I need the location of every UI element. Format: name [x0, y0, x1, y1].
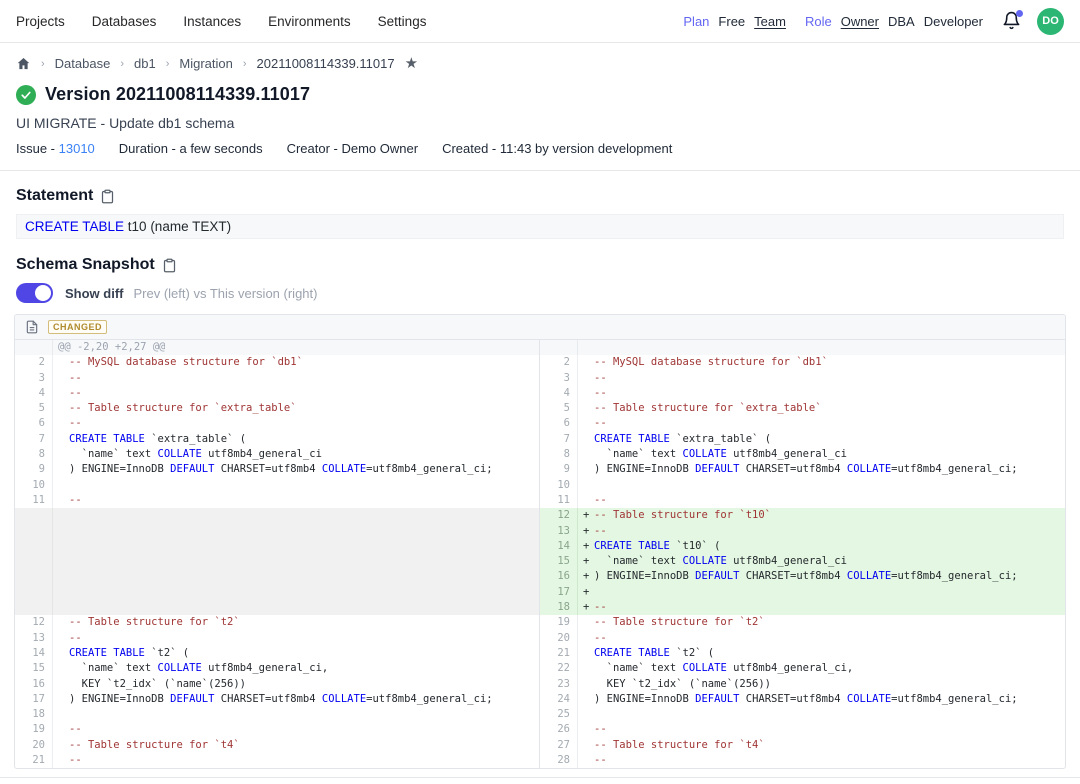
diff-row: 11 --11 --: [15, 493, 1065, 508]
nav-right: Plan Free Team Role Owner DBA Developer DO: [683, 8, 1064, 35]
diff-row: 3 --3 --: [15, 371, 1065, 386]
nav-label-team[interactable]: Team: [754, 14, 786, 29]
chevron-right-icon: ›: [41, 58, 45, 70]
diff-row: 5 -- Table structure for `extra_table`5 …: [15, 401, 1065, 416]
nav-label-dba: DBA: [888, 14, 915, 29]
meta-item: Creator - Demo Owner: [287, 141, 418, 156]
migration-subtitle: UI MIGRATE - Update db1 schema: [16, 115, 1064, 131]
show-diff-toggle[interactable]: [16, 283, 53, 303]
nav-item-projects[interactable]: Projects: [16, 14, 65, 29]
diff-row: 15+ `name` text COLLATE utf8mb4_general_…: [15, 554, 1065, 569]
breadcrumb: › Database › db1 › Migration › 20211008114339.1…: [16, 56, 1064, 71]
file-icon: [25, 320, 39, 334]
nav-item-databases[interactable]: Databases: [92, 14, 157, 29]
star-icon[interactable]: ★: [405, 56, 418, 71]
statement-section: Statement: [16, 187, 1064, 205]
nav-label-developer: Developer: [924, 14, 983, 29]
diff-header: CHANGED: [15, 315, 1065, 340]
meta-item: Issue - 13010: [16, 141, 95, 156]
diff-row: 6 --6 --: [15, 416, 1065, 431]
nav-label-role: Role: [805, 14, 832, 29]
nav-right-labels: Plan Free Team Role Owner DBA Developer: [683, 14, 983, 29]
diff-row: 12+-- Table structure for `t10`: [15, 508, 1065, 523]
breadcrumb-item[interactable]: 20211008114339.11017: [257, 56, 395, 71]
diff-row: 18 25: [15, 707, 1065, 722]
home-icon[interactable]: [16, 56, 31, 71]
diff-row: 2 -- MySQL database structure for `db1`2…: [15, 355, 1065, 370]
schema-diff-viewer: CHANGED @@ -2,20 +2,27 @@2 -- MySQL data…: [14, 314, 1066, 769]
chevron-right-icon: ›: [166, 58, 170, 70]
diff-row: 12 -- Table structure for `t2`19 -- Tabl…: [15, 615, 1065, 630]
statement-heading: Statement: [16, 187, 93, 205]
diff-row: 19 --26 --: [15, 722, 1065, 737]
diff-row: 8 `name` text COLLATE utf8mb4_general_ci…: [15, 447, 1065, 462]
nav-label-owner[interactable]: Owner: [841, 14, 879, 29]
avatar[interactable]: DO: [1037, 8, 1064, 35]
success-check-icon: [16, 85, 36, 105]
nav-item-instances[interactable]: Instances: [183, 14, 241, 29]
version-header: Version 20211008114339.11017: [16, 84, 1064, 105]
nav-label-plan: Plan: [683, 14, 709, 29]
diff-row: 4 --4 --: [15, 386, 1065, 401]
copy-statement-icon[interactable]: [100, 189, 115, 204]
breadcrumb-item[interactable]: Database: [55, 56, 111, 71]
diff-row: 16+) ENGINE=InnoDB DEFAULT CHARSET=utf8m…: [15, 569, 1065, 584]
schema-snapshot-section: Schema Snapshot: [16, 256, 1064, 274]
page-title: Version 20211008114339.11017: [45, 84, 310, 105]
toggle-knob: [35, 285, 51, 301]
diff-row: 17+: [15, 585, 1065, 600]
changed-badge: CHANGED: [48, 320, 107, 334]
nav-item-environments[interactable]: Environments: [268, 14, 351, 29]
chevron-right-icon: ›: [120, 58, 124, 70]
diff-rows[interactable]: @@ -2,20 +2,27 @@2 -- MySQL database str…: [15, 340, 1065, 768]
diff-row: 21 --28 --: [15, 753, 1065, 768]
notification-bell-icon[interactable]: [1002, 11, 1022, 31]
diff-row: 13 --20 --: [15, 631, 1065, 646]
show-diff-label: Show diff: [65, 286, 124, 301]
diff-row: 18+--: [15, 600, 1065, 615]
statement-sql: CREATE TABLE t10 (name TEXT): [16, 214, 1064, 239]
copy-snapshot-icon[interactable]: [162, 258, 177, 273]
meta-item: Duration - a few seconds: [119, 141, 263, 156]
diff-row: 10 10: [15, 478, 1065, 493]
section-divider: [0, 170, 1080, 171]
top-nav: Projects Databases Instances Environments Se…: [0, 0, 1080, 43]
notification-dot: [1016, 10, 1023, 17]
diff-row: 16 KEY `t2_idx` (`name`(256))23 KEY `t2_…: [15, 677, 1065, 692]
issue-link[interactable]: 13010: [59, 141, 95, 156]
meta-item: Created - 11:43 by version development: [442, 141, 672, 156]
diff-row: 20 -- Table structure for `t4`27 -- Tabl…: [15, 738, 1065, 753]
show-diff-row: Show diff Prev (left) vs This version (r…: [16, 283, 1064, 303]
breadcrumb-items: › Database › db1 › Migration › 20211008114339.1…: [41, 56, 395, 71]
show-diff-hint: Prev (left) vs This version (right): [134, 286, 318, 301]
diff-row: 17 ) ENGINE=InnoDB DEFAULT CHARSET=utf8m…: [15, 692, 1065, 707]
diff-row: @@ -2,20 +2,27 @@: [15, 340, 1065, 355]
diff-row: 7 CREATE TABLE `extra_table` (7 CREATE T…: [15, 432, 1065, 447]
schema-snapshot-heading: Schema Snapshot: [16, 256, 155, 274]
diff-row: 14+CREATE TABLE `t10` (: [15, 539, 1065, 554]
diff-row: 15 `name` text COLLATE utf8mb4_general_c…: [15, 661, 1065, 676]
nav-items: Projects Databases Instances Environments Se…: [16, 14, 426, 29]
breadcrumb-item[interactable]: db1: [134, 56, 156, 71]
page-bottom-divider: [0, 777, 1080, 778]
diff-row: 14 CREATE TABLE `t2` (21 CREATE TABLE `t…: [15, 646, 1065, 661]
nav-label-free: Free: [718, 14, 745, 29]
meta-row: Issue - 13010 Duration - a few seconds Cre…: [16, 141, 1064, 156]
diff-row: 9 ) ENGINE=InnoDB DEFAULT CHARSET=utf8mb…: [15, 462, 1065, 477]
nav-item-settings[interactable]: Settings: [378, 14, 427, 29]
chevron-right-icon: ›: [243, 58, 247, 70]
diff-row: 13+--: [15, 524, 1065, 539]
breadcrumb-item[interactable]: Migration: [179, 56, 232, 71]
